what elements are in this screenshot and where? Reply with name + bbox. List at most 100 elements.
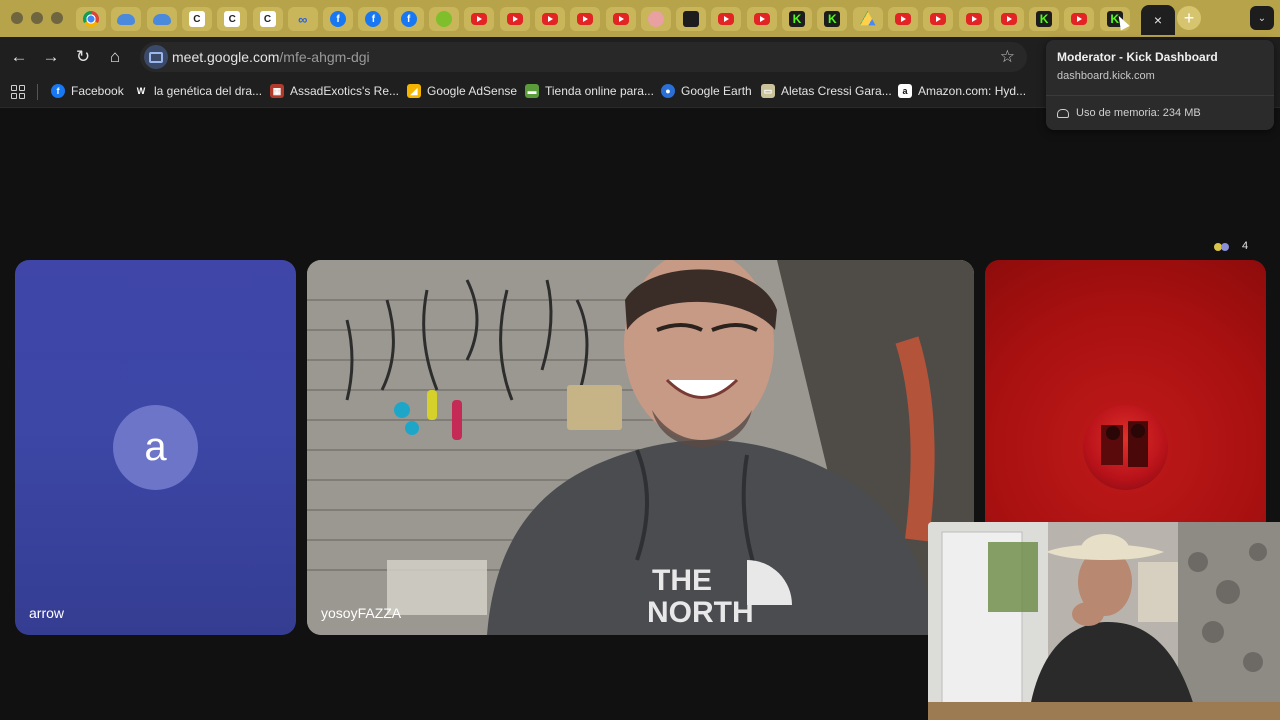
- new-tab-button[interactable]: +: [1177, 6, 1201, 30]
- browser-tab[interactable]: [499, 7, 530, 31]
- tab-search-button[interactable]: ⌄: [1250, 6, 1274, 30]
- browser-tab[interactable]: [111, 7, 142, 31]
- bookmark-label: Google AdSense: [427, 84, 518, 98]
- bookmarks-divider: [37, 84, 38, 100]
- apps-grid-icon[interactable]: [11, 85, 25, 99]
- bookmark-label: Google Earth: [681, 84, 752, 98]
- browser-tab[interactable]: K: [817, 7, 848, 31]
- reload-button[interactable]: ↻: [71, 45, 95, 69]
- bookmark-item[interactable]: Wla genética del dra...: [134, 84, 262, 98]
- browser-tab[interactable]: [1064, 7, 1095, 31]
- participant-tile-yosoyfazza[interactable]: THE NORTH yosoyFAZZA: [307, 260, 974, 635]
- memory-icon: [1057, 108, 1069, 118]
- maximize-window-button[interactable]: [51, 12, 63, 24]
- url-text[interactable]: meet.google.com/mfe-ahgm-dgi: [172, 49, 370, 65]
- youtube-icon: [1000, 13, 1017, 25]
- browser-tab[interactable]: [746, 7, 777, 31]
- tab-hover-card: Moderator - Kick Dashboard dashboard.kic…: [1046, 40, 1274, 130]
- assad-icon: ▦: [270, 84, 284, 98]
- bookmark-item[interactable]: a Amazon.com: Hyd...: [898, 84, 1026, 98]
- kick-icon: K: [824, 11, 841, 27]
- bookmark-item[interactable]: ▭ Aletas Cressi Gara...: [761, 84, 892, 98]
- browser-tab[interactable]: [534, 7, 565, 31]
- youtube-icon: [753, 13, 770, 25]
- svg-text:THE: THE: [652, 564, 712, 597]
- c-icon: C: [224, 11, 241, 27]
- browser-tab[interactable]: [429, 7, 459, 31]
- meet-site-icon[interactable]: [144, 45, 168, 69]
- c-icon: C: [188, 11, 205, 27]
- youtube-icon: [930, 13, 947, 25]
- browser-tab[interactable]: [570, 7, 601, 31]
- kick-icon: K: [789, 11, 805, 27]
- youtube-icon: [612, 13, 629, 25]
- browser-tab[interactable]: C: [181, 7, 212, 31]
- browser-tab[interactable]: f: [393, 7, 424, 31]
- facebook-icon: f: [365, 11, 382, 27]
- browser-tab[interactable]: [146, 7, 177, 31]
- meta-icon: ∞: [298, 11, 308, 27]
- chrome-icon: [83, 11, 99, 27]
- browser-tab[interactable]: [993, 7, 1024, 31]
- browser-tab[interactable]: [640, 7, 671, 31]
- browser-tab[interactable]: f: [358, 7, 389, 31]
- participant-count[interactable]: 4: [1214, 236, 1248, 256]
- amazon-icon: a: [898, 84, 912, 98]
- bookmark-item[interactable]: ◢ Google AdSense: [407, 84, 517, 98]
- browser-tab[interactable]: [676, 7, 707, 31]
- forward-button[interactable]: →: [39, 45, 63, 69]
- active-tab[interactable]: ×: [1141, 5, 1175, 35]
- bookmark-item[interactable]: ● Google Earth: [661, 84, 752, 98]
- bag-icon: [683, 11, 700, 27]
- hover-card-memory: Uso de memoria: 234 MB: [1057, 107, 1201, 119]
- close-window-button[interactable]: [11, 12, 23, 24]
- bookmark-label: Aletas Cressi Gara...: [781, 84, 892, 98]
- participant-tile-arrow[interactable]: a arrow: [15, 260, 296, 635]
- bookmark-item[interactable]: ▬ Tienda online para...: [525, 84, 654, 98]
- address-bar[interactable]: meet.google.com/mfe-ahgm-dgi ☆: [140, 42, 1027, 72]
- home-button[interactable]: ⌂: [103, 45, 127, 69]
- browser-tab[interactable]: [605, 7, 636, 31]
- youtube-icon: [541, 13, 558, 25]
- bookmark-label: Facebook: [71, 84, 124, 98]
- browser-tab[interactable]: ∞: [287, 7, 318, 31]
- participant-avatars-icon: [1214, 239, 1234, 253]
- close-tab-icon[interactable]: ×: [1154, 12, 1162, 28]
- facebook-icon: f: [400, 11, 417, 27]
- facebook-icon: f: [330, 11, 347, 27]
- browser-tab[interactable]: [923, 7, 954, 31]
- video-feed-yosoyfazza: THE NORTH: [307, 260, 974, 635]
- browser-tab[interactable]: C: [217, 7, 248, 31]
- browser-tab[interactable]: [887, 7, 918, 31]
- facebook-icon: f: [51, 84, 65, 98]
- browser-tab[interactable]: f: [323, 7, 354, 31]
- bookmark-label: Amazon.com: Hyd...: [918, 84, 1027, 98]
- browser-tab[interactable]: K: [1029, 7, 1060, 31]
- meet-stage: 4 a arrow THE NORTH yosoyFAZZA: [0, 108, 1280, 720]
- back-button[interactable]: ←: [7, 45, 31, 69]
- browser-tab[interactable]: [76, 7, 106, 31]
- cressi-icon: ▭: [761, 84, 775, 98]
- bookmark-item[interactable]: f Facebook: [51, 84, 124, 98]
- bookmark-item[interactable]: ▦ AssadExotics's Re...: [270, 84, 399, 98]
- browser-tab[interactable]: C: [252, 7, 283, 31]
- tab-strip: C C C ∞ f f f K K K K × + ⌄: [0, 0, 1280, 37]
- hover-card-title: Moderator - Kick Dashboard: [1057, 50, 1218, 64]
- browser-tab[interactable]: [958, 7, 989, 31]
- c-icon: C: [259, 11, 276, 27]
- pink-circle-icon: [647, 11, 664, 27]
- store-icon: ▬: [525, 84, 539, 98]
- adsense-icon: ◢: [407, 84, 421, 98]
- browser-tab[interactable]: [464, 7, 495, 31]
- self-view-video[interactable]: [928, 522, 1280, 720]
- browser-tab[interactable]: [711, 7, 742, 31]
- avatar: a: [113, 405, 198, 490]
- minimize-window-button[interactable]: [31, 12, 43, 24]
- bookmark-label: la genética del dra...: [154, 84, 263, 98]
- drive-icon: [859, 11, 876, 26]
- participant-name: arrow: [29, 605, 65, 621]
- browser-tab[interactable]: K: [782, 7, 812, 31]
- bookmark-star-icon[interactable]: ☆: [1000, 47, 1015, 67]
- bookmark-label: Tienda online para...: [545, 84, 654, 98]
- browser-tab[interactable]: [852, 7, 883, 31]
